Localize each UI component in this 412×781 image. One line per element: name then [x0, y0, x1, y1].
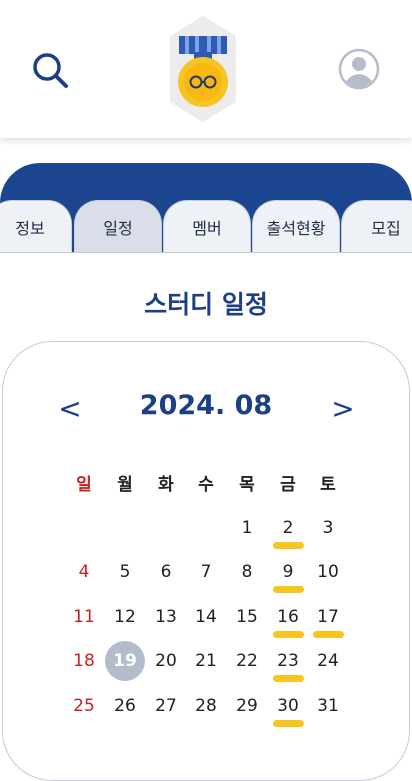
calendar-day[interactable]: 12: [105, 597, 145, 637]
calendar-day[interactable]: 27: [146, 686, 186, 726]
search-icon[interactable]: [30, 50, 70, 90]
calendar-day[interactable]: 24: [308, 641, 348, 681]
medal-icon: [170, 16, 236, 122]
calendar-day[interactable]: 18: [64, 641, 104, 681]
tab-attendance[interactable]: 출석현황: [252, 200, 340, 252]
calendar-day[interactable]: 10: [308, 552, 348, 592]
tab-info[interactable]: 정보: [0, 200, 72, 252]
next-month-button[interactable]: >: [328, 392, 358, 425]
calendar-day[interactable]: 13: [146, 597, 186, 637]
app-header: [0, 0, 412, 138]
calendar-day[interactable]: 1: [227, 508, 267, 548]
schedule-marker: [273, 631, 304, 638]
calendar-day[interactable]: 20: [146, 641, 186, 681]
calendar-day[interactable]: 11: [64, 597, 104, 637]
schedule-marker: [273, 586, 304, 593]
calendar-day[interactable]: 6: [146, 552, 186, 592]
tab-members[interactable]: 멤버: [163, 200, 251, 252]
calendar-day[interactable]: 26: [105, 686, 145, 726]
calendar-day[interactable]: 31: [308, 686, 348, 726]
weekday-label: 목: [239, 475, 255, 495]
weekday-label: 일: [76, 475, 92, 495]
user-circle-icon[interactable]: [338, 48, 380, 90]
page-title: 스터디 일정: [144, 290, 268, 319]
schedule-marker: [273, 720, 304, 727]
calendar-day[interactable]: 14: [186, 597, 226, 637]
weekday-label: 월: [117, 475, 133, 495]
calendar-day[interactable]: 15: [227, 597, 267, 637]
calendar-day[interactable]: 3: [308, 508, 348, 548]
tab-recruit[interactable]: 모집: [341, 200, 412, 252]
weekday-label: 화: [158, 475, 174, 495]
weekday-label: 토: [320, 475, 336, 495]
tab-bar: 정보 일정 멤버 출석현황 모집: [0, 200, 412, 253]
calendar-day[interactable]: 29: [227, 686, 267, 726]
schedule-marker: [313, 631, 344, 638]
schedule-marker: [273, 542, 304, 549]
calendar-day[interactable]: 25: [64, 686, 104, 726]
calendar-day-today[interactable]: 19: [105, 641, 145, 681]
calendar-day[interactable]: 8: [227, 552, 267, 592]
weekday-label: 수: [198, 475, 214, 495]
calendar-day[interactable]: 4: [64, 552, 104, 592]
calendar-day[interactable]: 7: [186, 552, 226, 592]
calendar-day[interactable]: 5: [105, 552, 145, 592]
weekday-label: 금: [280, 475, 296, 495]
schedule-marker: [273, 675, 304, 682]
calendar-day[interactable]: 28: [186, 686, 226, 726]
calendar-day[interactable]: 21: [186, 641, 226, 681]
tab-schedule[interactable]: 일정: [74, 200, 162, 252]
calendar-day[interactable]: 22: [227, 641, 267, 681]
